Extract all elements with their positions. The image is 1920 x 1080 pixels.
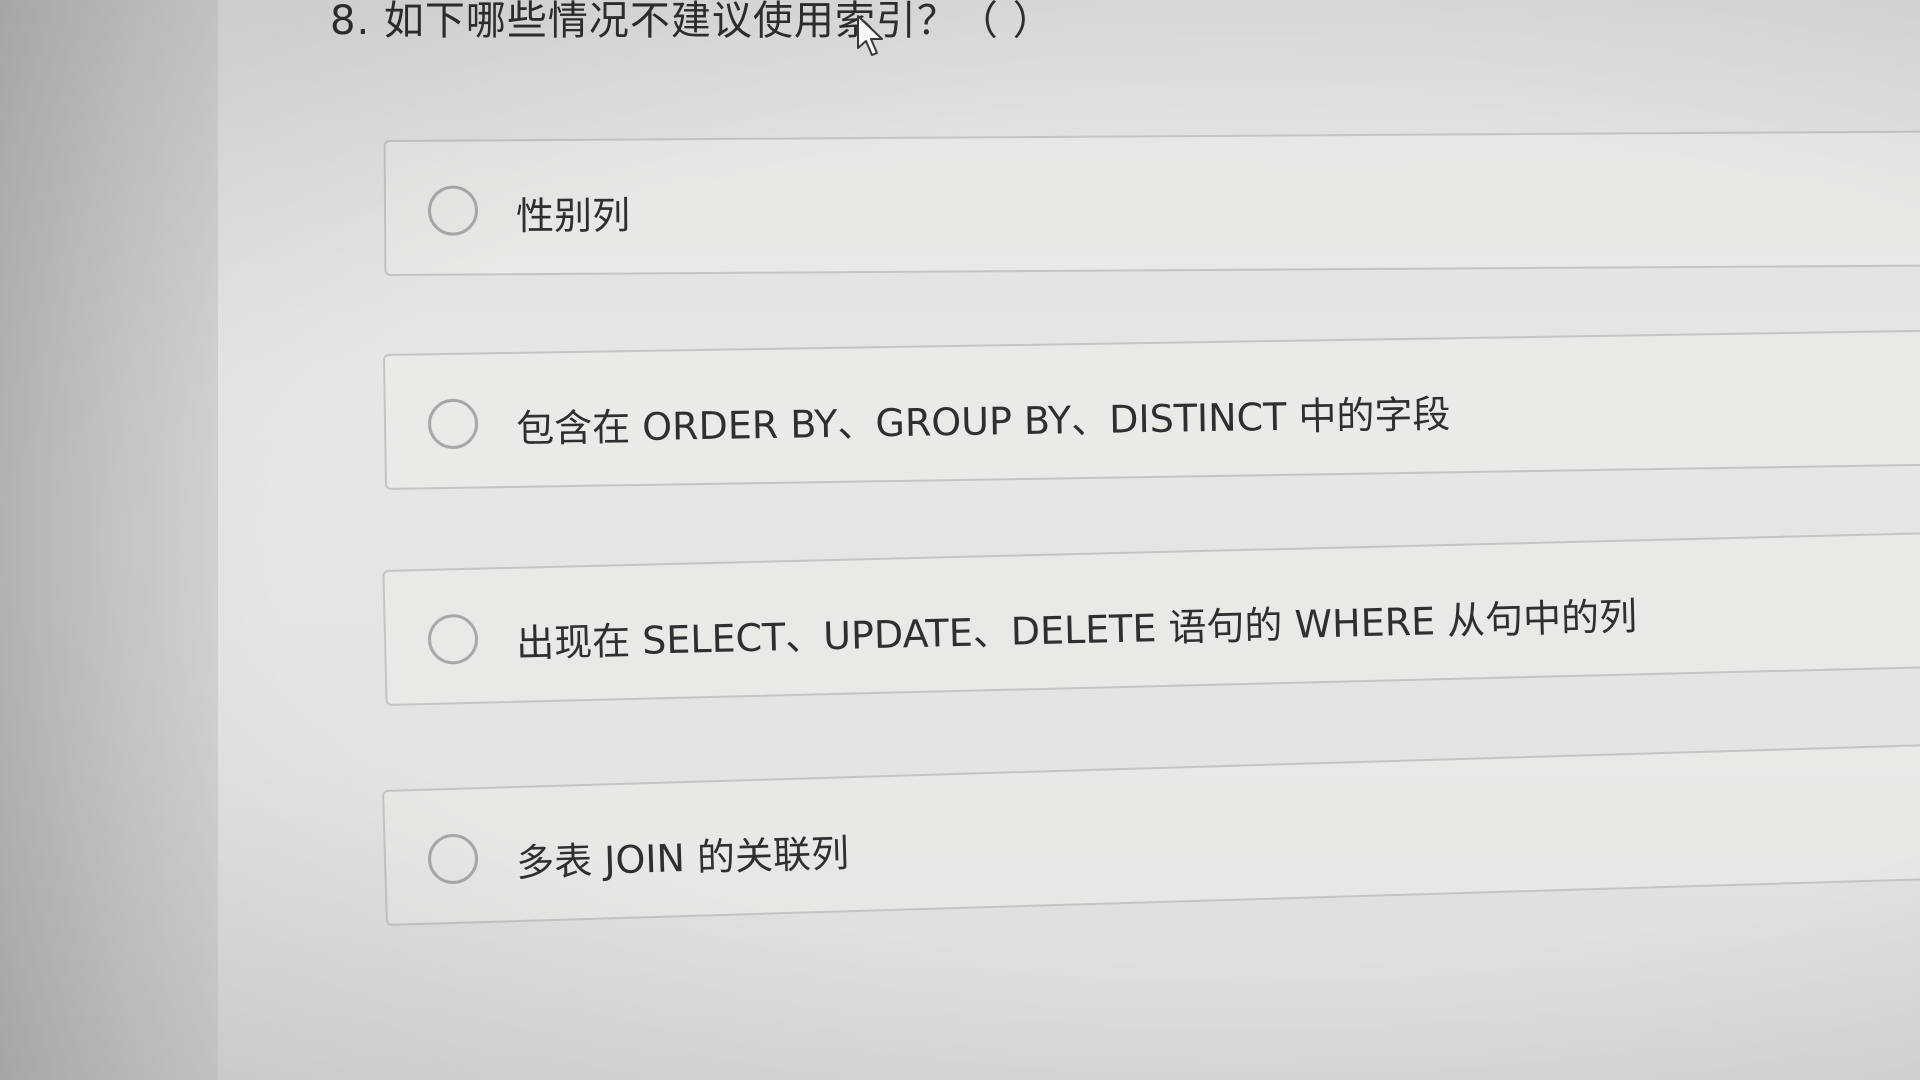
option-label: 性别列 — [515, 193, 631, 239]
quiz-page: 8. 如下哪些情况不建议使用索引？（ ） 性别列 包含在 ORDER BY、GR… — [0, 0, 1920, 1080]
option-label: 出现在 SELECT、UPDATE、DELETE 语句的 WHERE 从句中的列 — [515, 594, 1638, 666]
option-b[interactable]: 包含在 ORDER BY、GROUP BY、DISTINCT 中的字段 — [382, 329, 1920, 490]
question-title: 8. 如下哪些情况不建议使用索引？（ ） — [330, 0, 1054, 44]
radio-unchecked-icon[interactable] — [427, 833, 479, 885]
option-label: 多表 JOIN 的关联列 — [515, 831, 850, 886]
radio-unchecked-icon[interactable] — [427, 185, 479, 236]
option-label: 包含在 ORDER BY、GROUP BY、DISTINCT 中的字段 — [515, 392, 1451, 451]
left-margin — [0, 0, 218, 1080]
radio-unchecked-icon[interactable] — [427, 398, 479, 450]
radio-unchecked-icon[interactable] — [427, 613, 479, 665]
mouse-pointer-icon — [857, 15, 883, 56]
option-a[interactable]: 性别列 — [383, 130, 1920, 276]
